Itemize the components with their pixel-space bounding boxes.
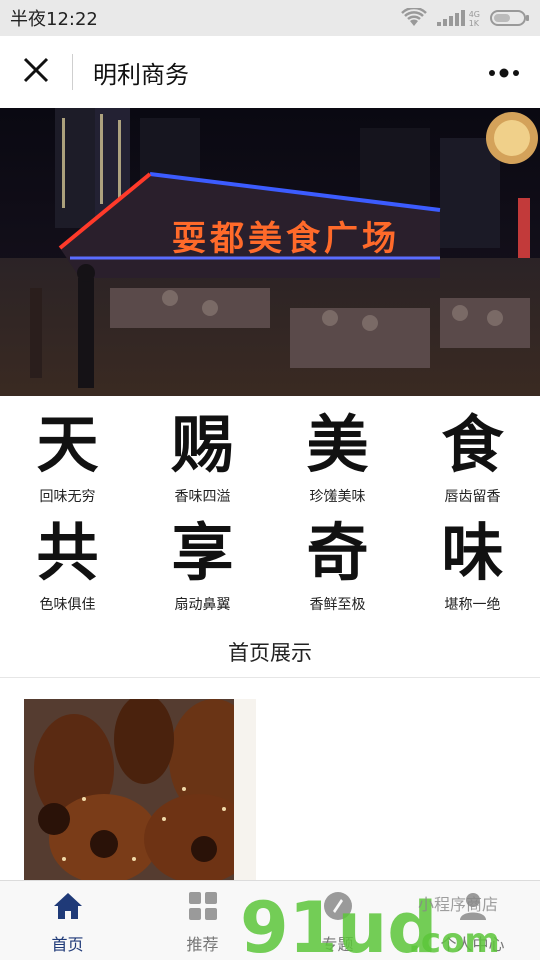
close-button[interactable]	[0, 36, 72, 108]
feature-grid: 天 回味无穷 赐 香味四溢 美 珍馐美味 食 唇齿留香 共 色味俱佳 享 扇动鼻…	[0, 404, 540, 620]
feature-item[interactable]: 味 堪称一绝	[405, 512, 540, 620]
feature-caption: 回味无穷	[39, 489, 96, 505]
more-options-button[interactable]	[468, 36, 540, 108]
feature-item[interactable]: 享 扇动鼻翼	[135, 512, 270, 620]
banner-sign-text: 耍都美食广场	[172, 219, 400, 259]
network-type-label: 4G	[468, 10, 480, 19]
feature-caption: 香鲜至极	[309, 597, 366, 613]
section-title: 首页展示	[228, 641, 312, 665]
product-card-image[interactable]	[24, 699, 256, 881]
feature-item[interactable]: 食 唇齿留香	[405, 404, 540, 512]
tab-recommend[interactable]: 推荐	[135, 881, 270, 960]
tab-topic-label: 专题	[321, 934, 354, 954]
banner-image[interactable]: 耍都美食广场	[0, 108, 540, 396]
feature-item[interactable]: 美 珍馐美味	[270, 404, 405, 512]
page-title: 明利商务	[93, 60, 189, 89]
feature-char: 味	[441, 516, 504, 589]
network-speed-label: 1K	[468, 19, 480, 28]
feature-char: 天	[36, 408, 99, 481]
feature-char: 赐	[171, 408, 234, 481]
status-icons: 4G 1K	[400, 8, 530, 28]
tab-home[interactable]: 首页	[0, 881, 135, 960]
feature-char: 奇	[306, 516, 369, 589]
nav-divider	[72, 54, 73, 90]
nav-header: 明利商务	[0, 36, 540, 108]
tab-recommend-label: 推荐	[186, 934, 219, 954]
tab-topic[interactable]: 专题	[270, 881, 405, 960]
tab-home-label: 首页	[51, 934, 84, 954]
grid-icon	[188, 891, 218, 925]
tab-profile-label: 个人中心	[440, 934, 505, 954]
tab-profile[interactable]: 个人中心	[405, 881, 540, 960]
feature-caption: 珍馐美味	[309, 489, 366, 505]
status-time: 半夜12:22	[10, 9, 98, 30]
home-icon	[52, 891, 84, 925]
feature-item[interactable]: 奇 香鲜至极	[270, 512, 405, 620]
feature-caption: 色味俱佳	[39, 597, 96, 613]
feature-caption: 扇动鼻翼	[174, 597, 231, 613]
topic-icon	[323, 891, 353, 925]
feature-item[interactable]: 赐 香味四溢	[135, 404, 270, 512]
feature-item[interactable]: 共 色味俱佳	[0, 512, 135, 620]
more-dots-icon	[488, 63, 520, 82]
feature-char: 共	[36, 516, 99, 589]
wifi-icon	[400, 8, 427, 28]
feature-caption: 唇齿留香	[444, 489, 501, 505]
tab-bar: 首页 推荐 专题 个人中心	[0, 880, 540, 960]
status-bar: 半夜12:22 4G 1K	[0, 0, 540, 36]
feature-caption: 堪称一绝	[444, 597, 501, 613]
user-icon	[458, 891, 488, 925]
feature-item[interactable]: 天 回味无穷	[0, 404, 135, 512]
cell-signal-icon: 4G 1K	[436, 8, 480, 28]
battery-icon	[490, 9, 530, 27]
feature-char: 食	[441, 408, 504, 481]
close-icon	[23, 57, 49, 87]
section-divider	[0, 677, 540, 678]
feature-caption: 香味四溢	[174, 489, 231, 505]
feature-char: 享	[171, 516, 234, 589]
feature-char: 美	[306, 408, 369, 481]
